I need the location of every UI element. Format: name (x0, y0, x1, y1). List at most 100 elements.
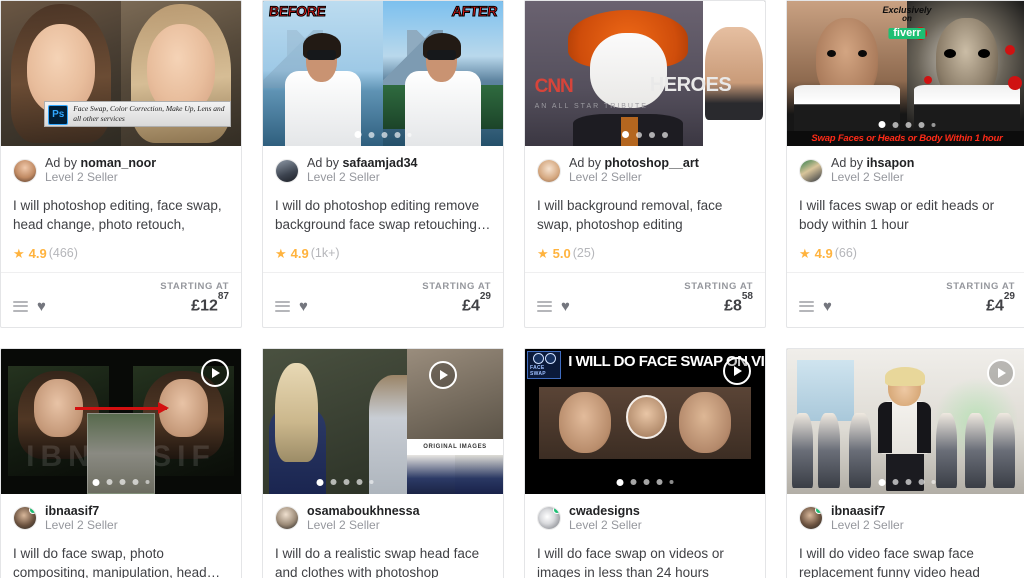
carousel-dots[interactable] (622, 131, 668, 138)
price-block: STARTING AT £1287 (160, 281, 229, 316)
rating-value: 4.9 (28, 245, 47, 261)
carousel-dots[interactable] (316, 478, 374, 486)
seller-username: ibnaasif7 (831, 503, 886, 518)
heart-icon[interactable]: ♥ (299, 299, 308, 314)
carousel-dots[interactable] (878, 121, 936, 128)
seller-row[interactable]: Ad by ihsapon Level 2 Seller (787, 146, 1024, 189)
seller-row[interactable]: osamaboukhnessa Level 2 Seller (263, 494, 503, 537)
face-swap-logo-label: FACE SWAP (530, 364, 546, 377)
card-footer: ♥ STARTING AT £429 (787, 273, 1024, 327)
play-icon[interactable] (201, 358, 229, 387)
seller-row[interactable]: Ad by noman_noor Level 2 Seller (1, 146, 241, 189)
seller-username: osamaboukhnessa (307, 503, 420, 518)
star-icon: ★ (275, 245, 287, 261)
after-label: AFTER (450, 3, 498, 20)
before-label: BEFORE (268, 3, 327, 20)
carousel-dots[interactable] (92, 478, 150, 486)
seller-row[interactable]: Ad by safaamjad34 Level 2 Seller (263, 146, 503, 189)
compare-list-icon[interactable] (799, 300, 814, 312)
seller-username: ibnaasif7 (45, 503, 100, 518)
seller-name[interactable]: Ad by safaamjad34 (307, 156, 418, 170)
rating-row: ★ 5.0 (25) (525, 235, 765, 274)
seller-row[interactable]: ibnaasif7 Level 2 Seller (1, 494, 241, 537)
gig-card[interactable]: ORIGINAL IMAGES osamaboukhnessa Level 2 … (262, 347, 504, 578)
carousel-dots[interactable] (354, 131, 412, 138)
rating-value: 4.9 (814, 245, 833, 261)
overlay-text: Face Swap, Color Correction, Make Up, Le… (73, 104, 225, 123)
rating-count: (66) (834, 246, 857, 261)
seller-row[interactable]: Ad by photoshop__art Level 2 Seller (525, 146, 765, 189)
card-footer: ♥ STARTING AT £429 (263, 273, 503, 327)
seller-name[interactable]: Ad by noman_noor (45, 156, 156, 170)
compare-list-icon[interactable] (275, 300, 290, 312)
gig-title[interactable]: I will background removal, face swap, ph… (525, 189, 765, 235)
seller-name[interactable]: Ad by ihsapon (831, 156, 914, 170)
seller-name[interactable]: ibnaasif7 (45, 504, 118, 518)
gig-media-card-5[interactable]: IBNAASIF (1, 348, 241, 494)
seller-name[interactable]: Ad by photoshop__art (569, 156, 699, 170)
gig-title[interactable]: I will faces swap or edit heads or body … (787, 189, 1024, 235)
gig-media-card-7[interactable]: FACE SWAP I WILL DO FACE SWAP ON VIDEO (525, 348, 765, 494)
play-icon[interactable] (429, 360, 457, 389)
seller-level: Level 2 Seller (307, 518, 380, 533)
gig-card[interactable]: Ps Face Swap, Color Correction, Make Up,… (0, 0, 242, 328)
gig-card[interactable]: IBNAASIF ibnaasif7 Level 2 Seller I will… (0, 347, 242, 578)
rating-value: 4.9 (290, 245, 309, 261)
rating-row: ★ 4.9 (66) (787, 235, 1024, 274)
gig-title[interactable]: I will do a realistic swap head face and… (263, 537, 503, 578)
rating-value: 5.0 (552, 245, 571, 261)
gig-card[interactable]: BEFORE AFTER Ad by safaamjad34 Level 2 S… (262, 0, 504, 328)
seller-level: Level 2 Seller (569, 518, 642, 533)
gig-image-card-6: ORIGINAL IMAGES (263, 348, 503, 494)
face-swap-logo: FACE SWAP (527, 350, 561, 379)
ad-by-prefix: Ad by (45, 156, 81, 170)
ad-by-prefix: Ad by (831, 156, 867, 170)
seller-row[interactable]: ibnaasif7 Level 2 Seller (787, 494, 1024, 537)
heart-icon[interactable]: ♥ (823, 299, 832, 314)
gig-media-card-2[interactable]: BEFORE AFTER (263, 1, 503, 146)
carousel-dots[interactable] (616, 478, 674, 486)
rating-row: ★ 4.9 (466) (1, 235, 241, 274)
seller-name[interactable]: osamaboukhnessa (307, 504, 420, 518)
heart-icon[interactable]: ♥ (37, 299, 46, 314)
photoshop-overlay-banner: Ps Face Swap, Color Correction, Make Up,… (44, 101, 232, 128)
gig-title[interactable]: I will do photoshop editing remove backg… (263, 189, 503, 235)
gig-media-card-6[interactable]: ORIGINAL IMAGES (263, 348, 503, 494)
gig-card[interactable]: Exclusively on fiverr Swap Faces or Head… (786, 0, 1024, 328)
compare-list-icon[interactable] (13, 300, 28, 312)
gig-title[interactable]: I will do face swap, photo compositing, … (1, 537, 241, 578)
gig-media-card-4[interactable]: Exclusively on fiverr Swap Faces or Head… (787, 1, 1024, 146)
price-whole: £4 (462, 297, 480, 315)
gig-card[interactable]: CNN HEROES AN ALL STAR TRIBUTE Ad by pho… (524, 0, 766, 328)
seller-row[interactable]: cwadesigns Level 2 Seller (525, 494, 765, 537)
seller-username: ihsapon (866, 156, 915, 170)
seller-username: photoshop__art (604, 156, 699, 170)
price-whole: £8 (724, 297, 742, 315)
seller-name[interactable]: cwadesigns (569, 504, 642, 518)
rating-count: (25) (572, 246, 595, 261)
play-icon[interactable] (987, 358, 1015, 387)
arrow-icon (75, 401, 169, 414)
seller-level: Level 2 Seller (45, 518, 118, 533)
gig-media-card-8[interactable] (787, 348, 1024, 494)
gig-card[interactable]: ibnaasif7 Level 2 Seller I will do video… (786, 347, 1024, 578)
gig-title[interactable]: I will do face swap on videos or images … (525, 537, 765, 578)
seller-username: safaamjad34 (342, 156, 418, 170)
compare-list-icon[interactable] (537, 300, 552, 312)
heroes-text: HEROES (649, 73, 732, 96)
play-icon[interactable] (723, 356, 751, 385)
seller-level: Level 2 Seller (569, 170, 642, 185)
gig-card[interactable]: FACE SWAP I WILL DO FACE SWAP ON VIDEO c… (524, 347, 766, 578)
star-icon: ★ (799, 245, 811, 261)
gig-media-card-3[interactable]: CNN HEROES AN ALL STAR TRIBUTE (525, 1, 765, 146)
seller-name[interactable]: ibnaasif7 (831, 504, 904, 518)
star-icon: ★ (537, 245, 549, 261)
heart-icon[interactable]: ♥ (561, 299, 570, 314)
price-whole: £4 (986, 297, 1004, 315)
gig-title[interactable]: I will photoshop editing, face swap, hea… (1, 189, 241, 235)
price-cents: 29 (479, 291, 491, 303)
carousel-dots[interactable] (878, 478, 936, 486)
star-icon: ★ (13, 245, 25, 261)
gig-media-card-1[interactable]: Ps Face Swap, Color Correction, Make Up,… (1, 1, 241, 146)
gig-title[interactable]: I will do video face swap face replaceme… (787, 537, 1024, 578)
